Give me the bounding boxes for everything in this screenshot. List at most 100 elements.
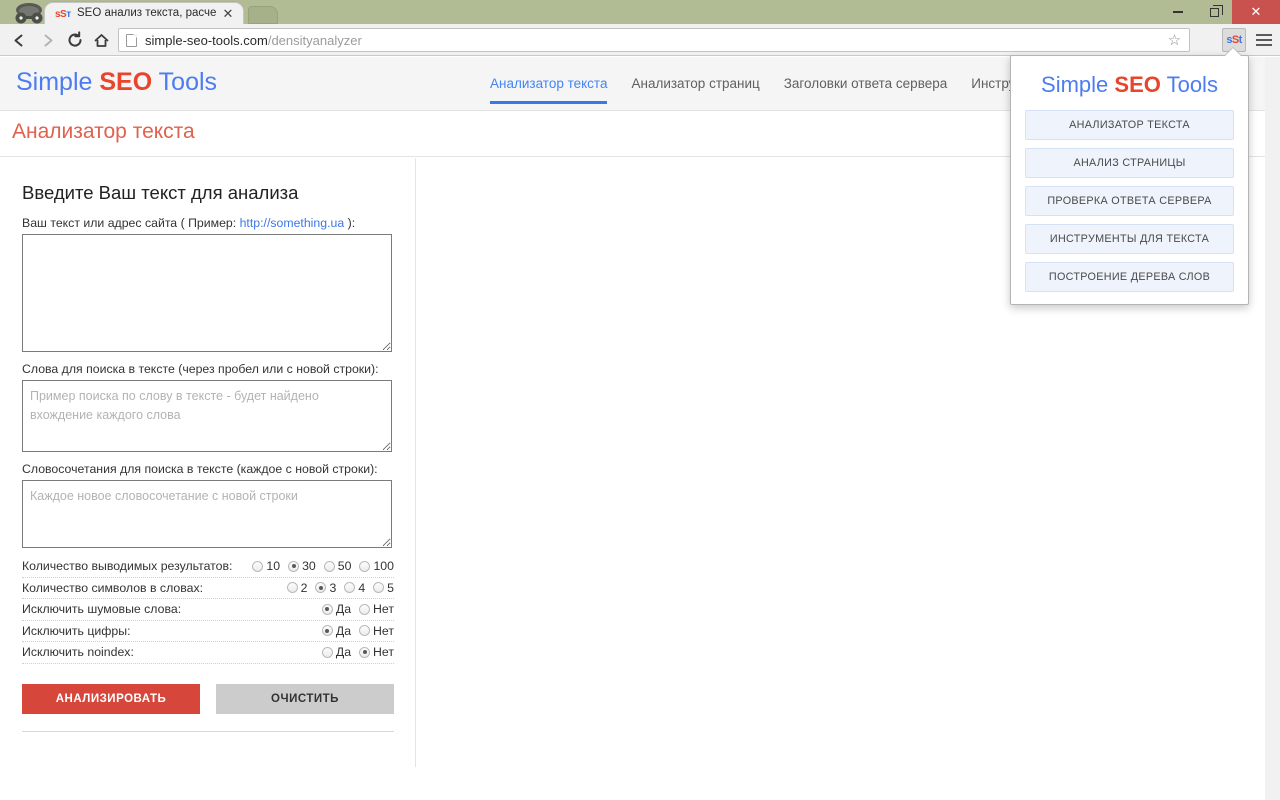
radio-results-10[interactable]: 10 bbox=[252, 559, 280, 573]
browser-tab[interactable]: sSт SEO анализ текста, расче ✕ bbox=[44, 2, 244, 26]
radio-label-chars-5: 5 bbox=[387, 580, 394, 595]
tab-title: SEO анализ текста, расче bbox=[77, 7, 217, 19]
popup-button-text-tools[interactable]: ИНСТРУМЕНТЫ ДЛЯ ТЕКСТА bbox=[1025, 224, 1234, 254]
tab-close-icon[interactable]: ✕ bbox=[221, 7, 235, 21]
radio-noindex-yes[interactable]: Да bbox=[321, 645, 351, 659]
back-arrow-icon bbox=[14, 34, 22, 46]
logo-part-3: Tools bbox=[152, 68, 218, 96]
page-info-icon bbox=[126, 33, 137, 47]
forward-arrow-icon bbox=[44, 34, 52, 46]
address-bar[interactable]: simple-seo-tools.com/densityanalyzer ☆ bbox=[118, 28, 1190, 52]
minimize-button[interactable] bbox=[1160, 0, 1196, 24]
page-scrollbar[interactable] bbox=[1265, 57, 1280, 800]
chrome-menu-icon[interactable] bbox=[1256, 30, 1274, 50]
nav-item-page-analyzer[interactable]: Анализатор страниц bbox=[631, 57, 759, 111]
favicon-text-1: sS bbox=[55, 9, 67, 20]
radio-chars-5[interactable]: 5 bbox=[373, 581, 394, 595]
radio-label-chars-3: 3 bbox=[329, 580, 337, 595]
popup-button-list: АНАЛИЗАТОР ТЕКСТА АНАЛИЗ СТРАНИЦЫ ПРОВЕР… bbox=[1011, 110, 1248, 292]
radio-stopwords-no[interactable]: Нет bbox=[359, 602, 394, 616]
address-bar-url: simple-seo-tools.com/densityanalyzer bbox=[145, 33, 362, 48]
radio-icon-chars-5 bbox=[373, 582, 385, 594]
close-window-button[interactable]: ✕ bbox=[1232, 0, 1280, 24]
popup-logo: Simple SEO Tools bbox=[1011, 72, 1248, 98]
option-label-exclude-stopwords: Исключить шумовые слова: bbox=[22, 602, 182, 617]
popup-button-page-analysis[interactable]: АНАЛИЗ СТРАНИЦЫ bbox=[1025, 148, 1234, 178]
option-label-word-length: Количество символов в словах: bbox=[22, 580, 204, 595]
radio-label-results-30: 30 bbox=[302, 559, 316, 574]
main-navigation: Анализатор текста Анализатор страниц Заг… bbox=[490, 57, 1067, 111]
browser-window: sSт SEO анализ текста, расче ✕ ✕ simple-… bbox=[0, 0, 1280, 800]
radio-digits-yes[interactable]: Да bbox=[321, 623, 352, 638]
radio-icon-noindex-yes bbox=[321, 646, 333, 658]
option-choices-results-count: 10 30 50 100 bbox=[252, 559, 394, 573]
url-path: /densityanalyzer bbox=[267, 32, 362, 48]
main-field-label: Ваш текст или адрес сайта ( Пример: http… bbox=[22, 216, 394, 230]
popup-logo-part-3: Tools bbox=[1160, 72, 1218, 97]
radio-icon-chars-4 bbox=[344, 582, 356, 594]
radio-results-30[interactable]: 30 bbox=[288, 559, 316, 573]
popup-button-text-analyzer[interactable]: АНАЛИЗАТОР ТЕКСТА bbox=[1025, 110, 1234, 140]
browser-titlebar: sSт SEO анализ текста, расче ✕ ✕ bbox=[0, 0, 1280, 26]
popup-button-word-tree[interactable]: ПОСТРОЕНИЕ ДЕРЕВА СЛОВ bbox=[1025, 262, 1234, 292]
text-input-textarea[interactable] bbox=[22, 234, 392, 352]
analyzer-form: Введите Ваш текст для анализа Ваш текст … bbox=[22, 158, 394, 732]
analyze-button[interactable]: АНАЛИЗИРОВАТЬ bbox=[22, 683, 200, 714]
url-host: simple-seo-tools.com bbox=[145, 32, 268, 48]
logo-part-1: Simple bbox=[16, 68, 100, 96]
radio-stopwords-yes[interactable]: Да bbox=[321, 602, 351, 616]
radio-icon-digits-yes bbox=[321, 625, 333, 637]
clear-button[interactable]: ОЧИСТИТЬ bbox=[216, 683, 394, 714]
popup-pointer-arrow bbox=[1225, 48, 1241, 56]
radio-icon-results-10 bbox=[252, 560, 264, 572]
radio-results-100[interactable]: 100 bbox=[359, 559, 394, 573]
search-phrases-textarea[interactable] bbox=[22, 480, 392, 548]
extension-letter-2: S bbox=[1231, 34, 1239, 46]
search-words-textarea[interactable] bbox=[22, 380, 392, 452]
nav-item-text-analyzer[interactable]: Анализатор текста bbox=[490, 57, 608, 111]
maximize-button[interactable] bbox=[1196, 0, 1232, 24]
home-button[interactable] bbox=[90, 29, 112, 51]
bookmark-star-icon[interactable]: ☆ bbox=[1166, 32, 1183, 49]
maximize-icon bbox=[1209, 4, 1223, 17]
radio-icon-digits-no bbox=[359, 625, 371, 637]
radio-results-50[interactable]: 50 bbox=[323, 559, 351, 573]
radio-icon-stopwords-no bbox=[359, 603, 371, 615]
option-label-results-count: Количество выводимых результатов: bbox=[22, 559, 233, 574]
reload-button[interactable] bbox=[64, 29, 86, 51]
reload-icon bbox=[68, 31, 82, 47]
radio-chars-3[interactable]: 3 bbox=[315, 581, 336, 595]
main-label-after: ): bbox=[344, 216, 356, 230]
option-row-results-count: Количество выводимых результатов: 10 30 … bbox=[22, 556, 394, 578]
radio-label-stopwords-no: Нет bbox=[373, 602, 394, 617]
radio-label-noindex-no: Нет bbox=[373, 645, 394, 660]
radio-icon-chars-2 bbox=[286, 582, 298, 594]
window-controls: ✕ bbox=[1160, 0, 1280, 24]
radio-icon-results-100 bbox=[359, 560, 371, 572]
forward-button[interactable] bbox=[36, 29, 58, 51]
favicon-text-2: т bbox=[66, 9, 71, 20]
option-choices-word-length: 2 3 4 5 bbox=[286, 581, 394, 595]
radio-icon-results-50 bbox=[323, 560, 335, 572]
form-divider bbox=[22, 730, 394, 732]
radio-chars-2[interactable]: 2 bbox=[286, 581, 307, 595]
radio-label-results-100: 100 bbox=[373, 559, 394, 574]
option-label-exclude-digits: Исключить цифры: bbox=[22, 623, 131, 638]
new-tab-button[interactable] bbox=[248, 6, 278, 24]
radio-label-digits-yes: Да bbox=[335, 623, 352, 638]
radio-noindex-no[interactable]: Нет bbox=[359, 645, 394, 659]
radio-chars-4[interactable]: 4 bbox=[344, 581, 365, 595]
browser-toolbar: simple-seo-tools.com/densityanalyzer ☆ s… bbox=[0, 24, 1280, 56]
option-row-word-length: Количество символов в словах: 2 3 4 5 bbox=[22, 578, 394, 599]
radio-digits-no[interactable]: Нет bbox=[359, 624, 394, 638]
minimize-icon bbox=[1173, 11, 1183, 13]
words-field-label: Слова для поиска в тексте (через пробел … bbox=[22, 362, 379, 376]
home-icon bbox=[94, 33, 108, 47]
option-label-exclude-noindex: Исключить noindex: bbox=[22, 645, 134, 660]
main-label-example-url: http://something.ua bbox=[239, 216, 345, 230]
popup-logo-part-seo: SEO bbox=[1114, 72, 1161, 97]
radio-icon-noindex-no bbox=[359, 646, 371, 658]
back-button[interactable] bbox=[8, 29, 30, 51]
popup-button-server-check[interactable]: ПРОВЕРКА ОТВЕТА СЕРВЕРА bbox=[1025, 186, 1234, 216]
nav-item-server-headers[interactable]: Заголовки ответа сервера bbox=[784, 57, 947, 111]
